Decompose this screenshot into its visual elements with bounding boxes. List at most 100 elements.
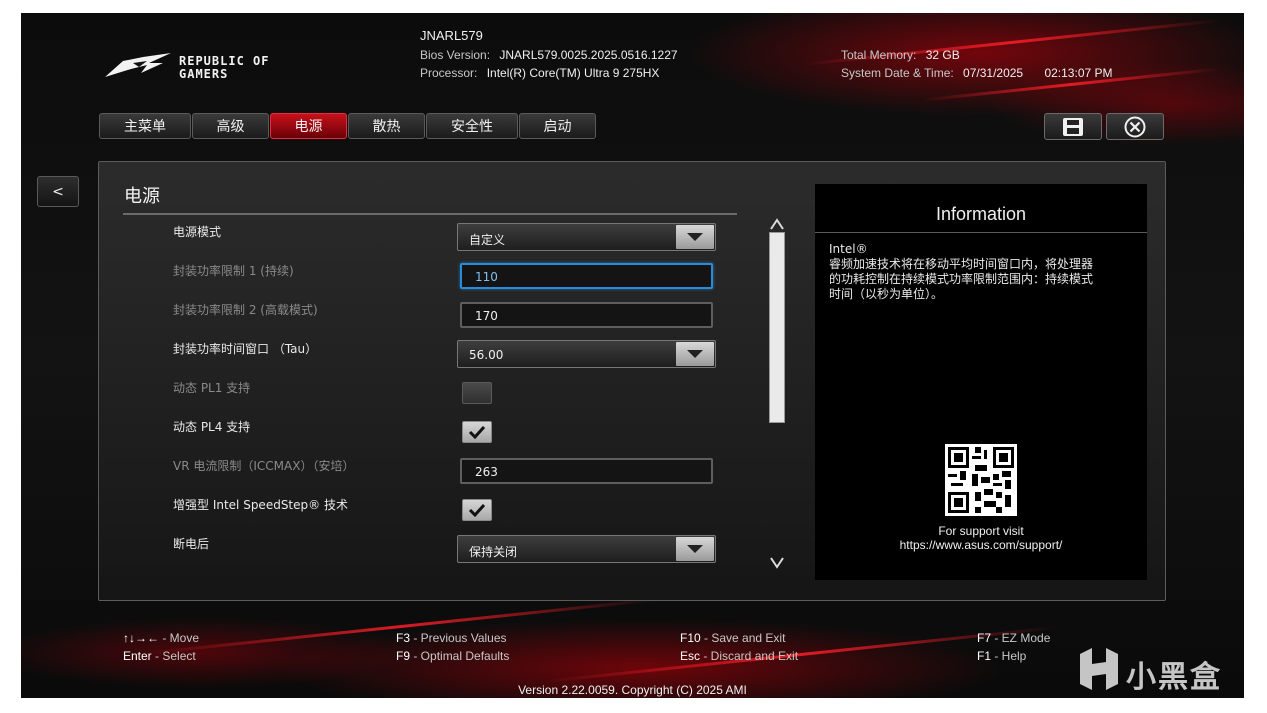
bios-version-label: Bios Version: — [420, 48, 491, 62]
pl1-input[interactable]: 110 — [460, 263, 713, 289]
iccmax-input[interactable]: 263 — [460, 458, 713, 484]
rog-eye-icon — [105, 53, 171, 77]
scrollbar-thumb[interactable] — [769, 232, 785, 423]
dynamic-pl4-checkbox[interactable] — [462, 421, 492, 443]
help-optimal-defaults[interactable]: F9 - Optimal Defaults — [396, 649, 509, 663]
qr-code-icon — [945, 444, 1017, 516]
help-text: - EZ Mode — [991, 631, 1051, 645]
help-help[interactable]: F1 - Help — [977, 649, 1026, 663]
setting-label-dynamic-pl4: 动态 PL4 支持 — [173, 420, 251, 434]
help-move: ↑↓→← - Move — [123, 631, 199, 645]
help-ez-mode[interactable]: F7 - EZ Mode — [977, 631, 1050, 645]
system-date-value[interactable]: 07/31/2025 — [963, 66, 1023, 80]
watermark: 小黑盒 — [1076, 644, 1236, 696]
chevron-down-icon[interactable] — [676, 342, 714, 366]
tab-advanced[interactable]: 高级 — [192, 113, 269, 139]
scroll-up-icon[interactable] — [769, 217, 785, 231]
bios-version-value: JNARL579.0025.2025.0516.1227 — [499, 48, 678, 62]
setting-label-dynamic-pl1: 动态 PL1 支持 — [173, 381, 251, 395]
help-text: - Previous Values — [410, 631, 507, 645]
f1-key: F1 — [977, 649, 992, 663]
back-button[interactable]: < — [37, 176, 79, 207]
information-line: 的功耗控制在持续模式功率限制范围内：持续模式 — [829, 272, 1094, 286]
exit-button[interactable] — [1106, 113, 1164, 140]
support-text: For support visit — [938, 524, 1024, 538]
arrow-keys-icon: ↑↓→← — [123, 631, 159, 645]
information-line: 睿频加速技术将在移动平均时间窗口内，将处理器 — [829, 257, 1094, 271]
system-time-value[interactable]: 02:13:07 PM — [1044, 66, 1112, 80]
tau-dropdown[interactable]: 56.00 — [457, 340, 716, 368]
f3-key: F3 — [396, 631, 411, 645]
checkmark-icon — [468, 425, 486, 439]
setting-label-speedstep: 增强型 Intel SpeedStep® 技术 — [173, 498, 348, 512]
help-text: - Select — [151, 649, 196, 663]
processor-value: Intel(R) Core(TM) Ultra 9 275HX — [486, 66, 660, 80]
information-line: Intel® — [829, 242, 868, 256]
settings-panel: 电源 电源模式 自定义 封装功率限制 1 (持续) 110 封装功率限制 2 (… — [98, 161, 1166, 601]
model-name: JNARL579 — [420, 28, 483, 43]
rog-logo-text: REPUBLIC OF GAMERS — [179, 55, 269, 81]
setting-label-iccmax: VR 电流限制（ICCMAX）（安培） — [173, 459, 355, 473]
main-tabs: 主菜单 高级 电源 散热 安全性 启动 — [99, 113, 596, 139]
support-url: https://www.asus.com/support/ — [899, 538, 1063, 552]
help-previous-values[interactable]: F3 - Previous Values — [396, 631, 507, 645]
watermark-text: 小黑盒 — [1126, 660, 1222, 695]
enter-key: Enter — [123, 649, 152, 663]
processor-info: Processor: Intel(R) Core(TM) Ultra 9 275… — [420, 66, 659, 80]
chevron-down-icon[interactable] — [676, 537, 714, 561]
save-button[interactable] — [1044, 113, 1102, 140]
help-text: - Move — [159, 631, 200, 645]
information-pane: Information Intel® 睿频加速技术将在移动平均时间窗口内，将处理… — [815, 184, 1147, 580]
total-memory-value: 32 GB — [925, 48, 960, 62]
bios-window: REPUBLIC OF GAMERS JNARL579 Bios Version… — [21, 13, 1244, 698]
information-title: Information — [935, 204, 1027, 224]
information-text: Intel® 睿频加速技术将在移动平均时间窗口内，将处理器 的功耗控制在持续模式… — [829, 242, 1129, 302]
tab-security[interactable]: 安全性 — [426, 113, 518, 139]
help-select: Enter - Select — [123, 649, 196, 663]
version-footer: Version 2.22.0059. Copyright (C) 2025 AM… — [518, 683, 747, 697]
tab-thermal[interactable]: 散热 — [348, 113, 425, 139]
dynamic-pl1-checkbox — [462, 382, 492, 404]
heybox-logo-icon — [1080, 648, 1118, 690]
setting-label-tau: 封装功率时间窗口 （Tau） — [173, 342, 318, 356]
tau-value: 56.00 — [469, 348, 504, 362]
help-text: - Help — [991, 649, 1027, 663]
help-save-exit[interactable]: F10 - Save and Exit — [680, 631, 785, 645]
close-circle-icon — [1124, 116, 1146, 137]
esc-key: Esc — [680, 649, 701, 663]
setting-label-pl2: 封装功率限制 2 (高载模式) — [173, 303, 318, 317]
after-power-loss-dropdown[interactable]: 保持关闭 — [457, 535, 716, 563]
title-divider — [123, 213, 737, 215]
setting-label-pl1: 封装功率限制 1 (持续) — [173, 264, 294, 278]
help-text: - Save and Exit — [700, 631, 786, 645]
system-datetime: System Date & Time: 07/31/2025 02:13:07 … — [841, 66, 1113, 80]
tab-boot[interactable]: 启动 — [519, 113, 596, 139]
checkmark-icon — [468, 503, 486, 517]
help-text: - Optimal Defaults — [410, 649, 510, 663]
f10-key: F10 — [680, 631, 701, 645]
total-memory: Total Memory: 32 GB — [841, 48, 960, 62]
scroll-down-icon[interactable] — [769, 556, 785, 570]
footer-streak — [142, 597, 660, 656]
pl2-input[interactable]: 170 — [460, 302, 713, 328]
help-discard-exit[interactable]: Esc - Discard and Exit — [680, 649, 798, 663]
help-text: - Discard and Exit — [700, 649, 799, 663]
information-divider — [815, 232, 1147, 233]
tab-main[interactable]: 主菜单 — [99, 113, 191, 139]
logo-line-2: GAMERS — [179, 67, 229, 81]
page-title: 电源 — [124, 186, 160, 207]
setting-label-power-mode: 电源模式 — [173, 225, 222, 239]
total-memory-label: Total Memory: — [841, 48, 917, 62]
f9-key: F9 — [396, 649, 411, 663]
chevron-down-icon[interactable] — [676, 225, 714, 249]
tab-power[interactable]: 电源 — [270, 113, 347, 139]
processor-label: Processor: — [420, 66, 478, 80]
f7-key: F7 — [977, 631, 992, 645]
support-info: For support visit https://www.asus.com/s… — [815, 524, 1147, 552]
information-line: 时间（以秒为单位）。 — [829, 287, 944, 301]
power-mode-dropdown[interactable]: 自定义 — [457, 223, 716, 251]
after-power-loss-value: 保持关闭 — [469, 545, 518, 559]
setting-label-after-power-loss: 断电后 — [173, 537, 210, 551]
system-datetime-label: System Date & Time: — [841, 66, 954, 80]
speedstep-checkbox[interactable] — [462, 499, 492, 521]
